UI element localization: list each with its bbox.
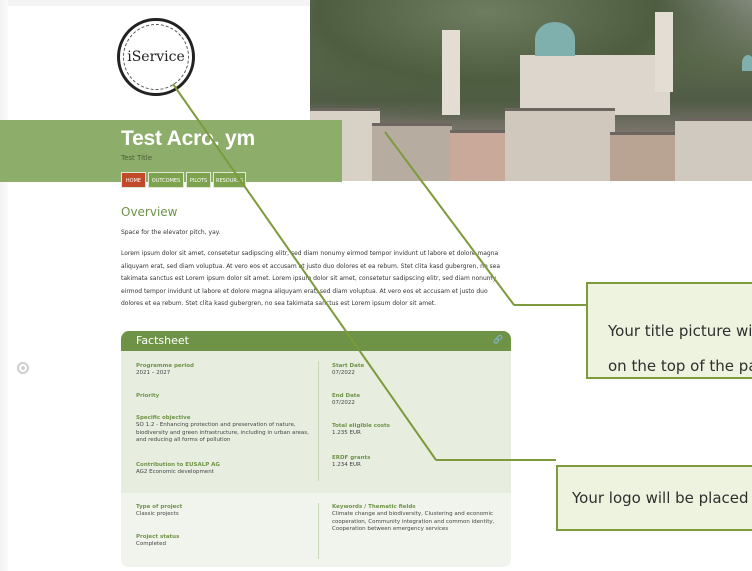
column-divider	[318, 503, 319, 559]
overview-text: Lorem ipsum dolor sit amet, consetetur s…	[121, 250, 501, 308]
title-picture-callout: Your title picture will be placedon the …	[586, 282, 752, 379]
status-label: Project status	[136, 534, 180, 540]
programme-period-value: 2021 – 2027	[136, 370, 171, 376]
status-value: Completed	[136, 541, 166, 547]
tab-home[interactable]: HOME	[121, 172, 146, 188]
callout-connector-title	[514, 304, 586, 306]
column-divider	[318, 361, 319, 481]
church-shape	[520, 55, 670, 115]
building-shape	[675, 118, 752, 181]
tower-shape	[655, 12, 673, 92]
contribution-label: Contribution to EUSALP AG	[136, 462, 220, 468]
link-icon[interactable]: 🔗	[493, 335, 503, 344]
keywords-label: Keywords / Thematic fields	[332, 504, 416, 510]
building-shape	[505, 108, 615, 181]
start-date-label: Start Date	[332, 363, 365, 369]
callout-connector-logo	[436, 459, 556, 461]
logo-callout: Your logo will be placed here	[556, 465, 752, 531]
end-date-label: End Date	[332, 393, 361, 399]
left-shadow	[0, 0, 8, 571]
elevator-pitch: Space for the elevator pitch, yay.	[121, 229, 221, 236]
keywords-value: Climate change and biodiversity, Cluster…	[332, 511, 495, 533]
dome-shape	[535, 22, 575, 56]
total-costs-label: Total eligible costs	[332, 423, 390, 429]
type-value: Classic projects	[136, 511, 179, 517]
factsheet-title: Factsheet	[136, 334, 189, 347]
project-logo: iService	[117, 18, 195, 96]
specific-objective-label: Specific objective	[136, 415, 191, 421]
building-shape	[450, 130, 510, 181]
page: iService Test Acro. ym Test Title HOME O…	[0, 0, 752, 571]
tab-outcomes[interactable]: OUTCOMES	[148, 172, 184, 188]
logo-text: iService	[127, 49, 185, 65]
dome-shape-small	[742, 55, 752, 71]
erdf-value: 1.234 EUR	[332, 462, 361, 468]
gear-icon[interactable]	[17, 362, 29, 374]
title-picture	[310, 0, 752, 181]
type-label: Type of project	[136, 504, 183, 510]
overview-heading: Overview	[121, 205, 178, 219]
programme-period-label: Programme period	[136, 363, 194, 369]
project-acronym: Test Acro. ym	[121, 127, 255, 150]
priority-label: Priority	[136, 393, 160, 399]
start-date-value: 07/2022	[332, 370, 355, 376]
contribution-value: AG2 Economic development	[136, 469, 214, 475]
end-date-value: 07/2022	[332, 400, 355, 406]
specific-objective-value: SO 1.2 - Enhancing protection and preser…	[136, 422, 309, 444]
title-picture-callout-text: Your title picture will be placedon the …	[608, 322, 752, 375]
factsheet-header: Factsheet 🔗	[121, 331, 511, 351]
building-shape	[610, 132, 680, 181]
erdf-label: ERDF grants	[332, 455, 371, 461]
tower-shape	[442, 30, 460, 115]
total-costs-value: 1.235 EUR	[332, 430, 361, 436]
tab-pilots[interactable]: PILOTS	[186, 172, 211, 188]
factsheet-card: Factsheet 🔗 Programme period 2021 – 2027…	[121, 331, 511, 567]
logo-callout-text: Your logo will be placed here	[572, 489, 752, 507]
project-title: Test Title	[121, 154, 153, 162]
